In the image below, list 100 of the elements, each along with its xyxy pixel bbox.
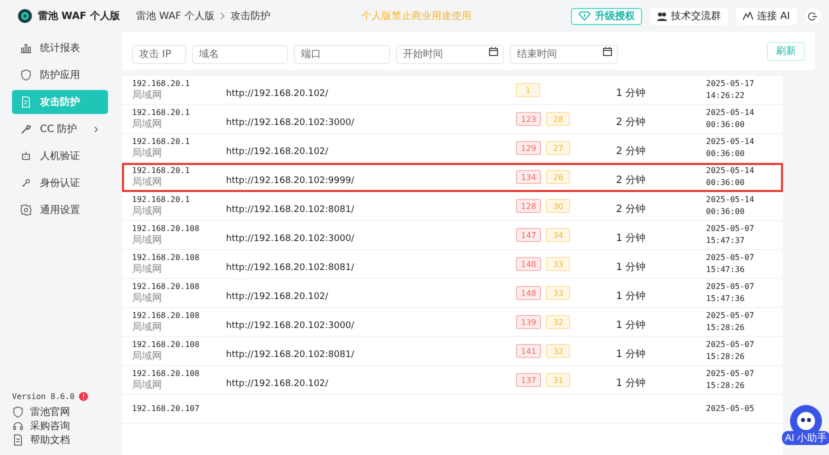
table-row[interactable]: 192.168.20.1 局域网 http://192.168.20.102/ 129 27 2 分钟 2025-05-14 00:36:00: [122, 134, 783, 163]
table-row[interactable]: 192.168.20.108 局域网 http://192.168.20.102/ 148 33 1 分钟 2025-05-07 15:47:36: [122, 279, 783, 308]
footer-link[interactable]: 帮助文档: [12, 433, 108, 447]
region-text: 局域网: [132, 206, 163, 218]
url-text: http://192.168.20.102/: [226, 292, 328, 302]
url-text: http://192.168.20.102/: [226, 88, 328, 98]
headset-icon: [12, 420, 24, 432]
notice-text: 个人版禁止商业用途使用: [362, 10, 472, 23]
ip-text: 192.168.20.108: [132, 281, 200, 292]
time-text: 00:36:00: [706, 177, 746, 189]
sidebar-item[interactable]: 人机验证: [12, 144, 108, 168]
diamond-icon: [578, 11, 592, 21]
bar-chart-icon: [20, 42, 32, 54]
table-row[interactable]: 192.168.20.108 局域网 http://192.168.20.102:3000/ 147 34 1 分钟 2025-05-07 15:47:37: [122, 221, 783, 250]
filter-field[interactable]: 端口: [294, 44, 390, 64]
ip-text: 192.168.20.108: [132, 339, 200, 350]
duration-text: 1 分钟: [616, 232, 646, 244]
table-row[interactable]: 192.168.20.1 局域网 http://192.168.20.102/ 1 1 分钟 2025-05-17 14:26:22: [122, 76, 783, 105]
count-badge: 33: [546, 257, 570, 271]
ip-text: 192.168.20.108: [132, 310, 200, 322]
ip-text: 192.168.20.1: [132, 107, 191, 118]
duration-text: 1 分钟: [616, 348, 646, 360]
duration-text: 2 分钟: [616, 204, 646, 214]
url-text: http://192.168.20.102:3000/: [226, 118, 354, 128]
table-row[interactable]: 192.168.20.108 局域网 http://192.168.20.102:3000/ 139 32 1 分钟 2025-05-07 15:28:26: [122, 308, 783, 337]
filter-field[interactable]: 攻击 IP: [132, 44, 186, 64]
table-row[interactable]: 192.168.20.108 局域网 http://192.168.20.102:8081/ 141 32 1 分钟 2025-05-07 15:28:26: [122, 337, 783, 366]
count-badge: 32: [546, 315, 570, 329]
date-text: 2025-05-07: [706, 252, 756, 264]
logout-icon: [808, 12, 818, 20]
table-row[interactable]: 192.168.20.108 局域网 http://192.168.20.102/ 137 31 1 分钟 2025-05-07 15:28:26: [122, 366, 783, 395]
url-text: http://192.168.20.102/: [226, 378, 328, 388]
shield-icon: [12, 406, 24, 418]
count-badge: 30: [546, 199, 570, 213]
time-text: 15:28:26: [706, 322, 746, 334]
count-badge: 141: [516, 344, 542, 358]
count-badge: 28: [546, 112, 570, 126]
document-icon: [20, 96, 32, 108]
count-badge: 148: [516, 286, 542, 300]
region-text: 局域网: [132, 322, 163, 334]
count-badge: 123: [516, 112, 542, 126]
table-row[interactable]: 192.168.20.1 局域网 http://192.168.20.102:3000/ 123 28 2 分钟 2025-05-14 00:36:00: [122, 105, 783, 134]
date-field[interactable]: 结束时间: [510, 44, 618, 64]
table-row[interactable]: 192.168.20.107 2025-05-05: [122, 395, 783, 424]
time-text: 15:28:26: [706, 351, 746, 363]
region-text: 局域网: [132, 90, 163, 102]
people-icon: [657, 12, 668, 20]
ip-text: 192.168.20.1: [132, 194, 191, 206]
ai-button[interactable]: 连接 AI: [736, 8, 797, 24]
settings-icon: [20, 204, 32, 216]
url-text: http://192.168.20.102:8081/: [226, 204, 354, 214]
ip-text: 192.168.20.1: [132, 78, 191, 90]
count-badge: 137: [516, 373, 542, 387]
sidebar-item[interactable]: CC 防护: [12, 117, 108, 141]
chevron-icon: [218, 12, 226, 20]
count-badge: 129: [516, 141, 542, 155]
sidebar-item[interactable]: 身份认证: [12, 171, 108, 195]
ip-text: 192.168.20.1: [132, 165, 191, 176]
footer-link[interactable]: 采购咨询: [12, 419, 108, 433]
date-field[interactable]: 开始时间: [396, 44, 504, 64]
duration-text: 1 分钟: [616, 262, 646, 272]
sidebar-item[interactable]: 防护应用: [12, 63, 108, 87]
shield-icon: [20, 69, 32, 81]
key-icon: [20, 177, 32, 189]
community-button[interactable]: 技术交流群: [650, 8, 728, 24]
count-badge: 134: [516, 170, 542, 184]
ip-text: 192.168.20.1: [132, 136, 191, 148]
footer-link[interactable]: 雷池官网: [12, 405, 108, 419]
calendar-icon: [489, 46, 498, 56]
date-text: 2025-05-14: [706, 194, 756, 206]
time-text: 14:26:22: [706, 90, 746, 102]
ai-assistant-button[interactable]: AI 小助手: [785, 405, 827, 451]
date-text: 2025-05-14: [706, 107, 756, 119]
url-text: http://192.168.20.102:3000/: [226, 320, 354, 330]
breadcrumb-item: 攻击防护: [230, 10, 270, 23]
sidebar-item[interactable]: 通用设置: [12, 198, 108, 222]
count-badge: 34: [546, 228, 570, 242]
count-badge: 26: [546, 170, 570, 184]
region-text: 局域网: [132, 235, 163, 247]
logout-button[interactable]: [804, 8, 821, 24]
table-row[interactable]: 192.168.20.108 局域网 http://192.168.20.102:8081/ 148 33 1 分钟 2025-05-07 15:47:36: [122, 250, 783, 279]
filter-field[interactable]: 域名: [192, 44, 288, 64]
duration-text: 1 分钟: [616, 88, 646, 98]
table-row[interactable]: 192.168.20.1 局域网 http://192.168.20.102:9999/ 134 26 2 分钟 2025-05-14 00:36:00: [122, 163, 783, 192]
date-text: 2025-05-07: [706, 281, 756, 293]
count-badge: 148: [516, 257, 542, 271]
region-text: 局域网: [132, 264, 163, 276]
count-badge: 27: [546, 141, 570, 155]
date-text: 2025-05-07: [706, 339, 756, 351]
sidebar-item[interactable]: 统计报表: [12, 36, 108, 60]
breadcrumb-item[interactable]: 雷池 WAF 个人版: [136, 9, 214, 23]
time-text: 00:36:00: [706, 119, 746, 131]
ip-text: 192.168.20.107: [132, 403, 200, 415]
date-text: 2025-05-17: [706, 78, 756, 90]
count-badge: 1: [516, 83, 540, 97]
count-badge: 32: [546, 344, 570, 358]
version-text: Version 8.6.0: [12, 392, 75, 401]
table-row[interactable]: 192.168.20.1 局域网 http://192.168.20.102:8081/ 128 30 2 分钟 2025-05-14 00:36:00: [122, 192, 783, 221]
count-badge: 147: [516, 228, 542, 242]
brand-name: 雷池 WAF 个人版: [38, 10, 120, 23]
